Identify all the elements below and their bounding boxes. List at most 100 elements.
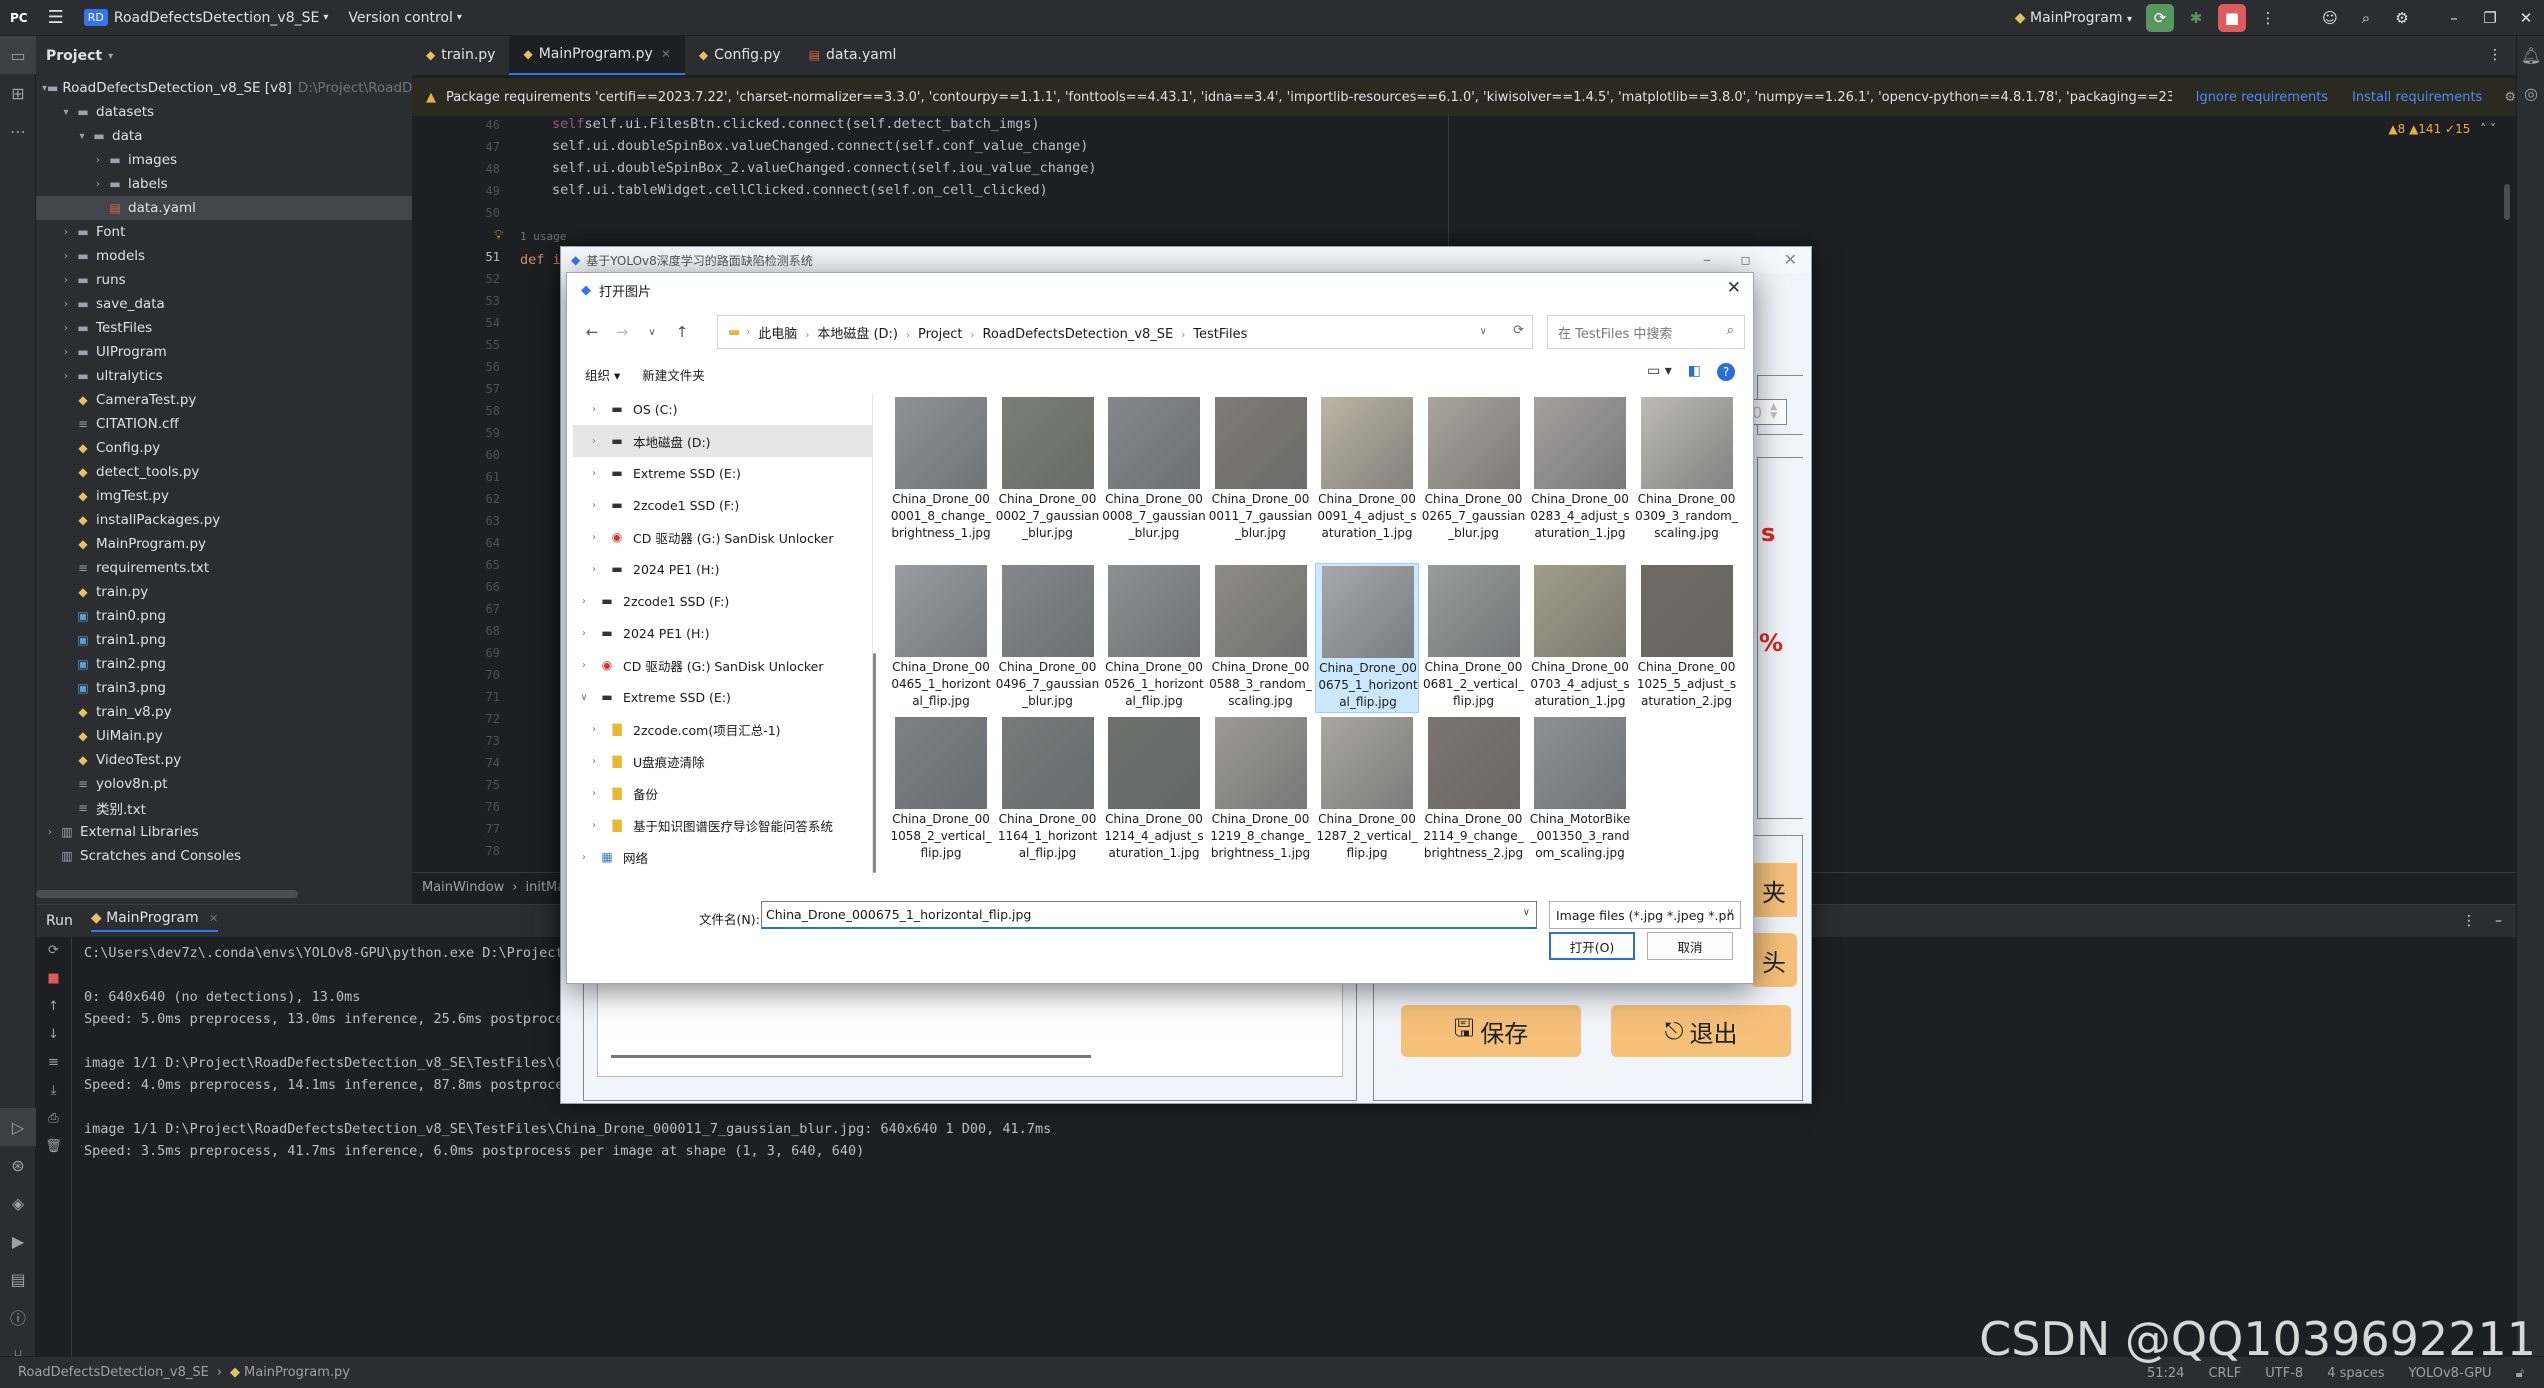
usage-hint[interactable]: 1 usage (520, 230, 566, 243)
address-crumb[interactable]: RoadDefectsDetection_v8_SE (982, 327, 1173, 342)
file-item[interactable]: China_Drone_000091_4_adjust_saturation_1… (1315, 395, 1419, 545)
file-item[interactable]: China_Drone_000002_7_gaussian_blur.jpg (996, 395, 1100, 545)
file-item[interactable]: China_Drone_000001_8_change_brightness_1… (889, 395, 993, 545)
more-options-icon[interactable]: ⋮ (2462, 913, 2476, 929)
chevron-right-icon[interactable]: › (58, 347, 74, 358)
file-item[interactable]: China_Drone_001214_4_adjust_saturation_1… (1102, 715, 1206, 865)
file-item[interactable]: China_Drone_000526_1_horizontal_flip.jpg (1102, 563, 1206, 713)
chevron-right-icon[interactable]: › (58, 275, 74, 286)
tree-item[interactable]: › ▬ images (36, 148, 412, 172)
more-tabs-icon[interactable]: ⋮ (2474, 35, 2516, 75)
tree-item[interactable]: ▤ data.yaml (36, 196, 412, 220)
file-item[interactable]: China_Drone_000496_7_gaussian_blur.jpg (996, 563, 1100, 713)
nav-item[interactable]: › ▇ 2zcode.com(项目汇总-1) (573, 713, 872, 745)
chevron-down-icon[interactable]: ∨ (577, 692, 591, 703)
chevron-down-icon[interactable]: ∨ (1523, 907, 1530, 918)
up-folder-icon[interactable]: ↑ (667, 323, 697, 341)
tree-item[interactable]: ≡ yolov8n.pt (36, 772, 412, 796)
file-item[interactable]: China_Drone_000008_7_gaussian_blur.jpg (1102, 395, 1206, 545)
settings-gear-icon[interactable]: ⚙ (2388, 4, 2416, 32)
tree-item[interactable]: › ▬ ultralytics (36, 364, 412, 388)
trash-icon[interactable]: 🗑︎ (36, 1133, 71, 1161)
result-table[interactable] (597, 981, 1343, 1077)
maximize-icon[interactable]: ▫ (1740, 250, 1751, 269)
chevron-right-icon[interactable]: › (58, 371, 74, 382)
file-item[interactable]: China_Drone_000011_7_gaussian_blur.jpg (1209, 395, 1313, 545)
chevron-right-icon[interactable]: › (577, 596, 591, 607)
nav-item[interactable]: › ▇ 基于知识图谱医疗导诊智能问答系统 (573, 809, 872, 841)
address-crumb[interactable]: TestFiles (1193, 327, 1247, 342)
line-separator[interactable]: CRLF (2208, 1366, 2241, 1381)
file-item[interactable]: China_Drone_000265_7_gaussian_blur.jpg (1422, 395, 1526, 545)
file-item[interactable]: China_Drone_001164_1_horizontal_flip.jpg (996, 715, 1100, 865)
chevron-right-icon[interactable]: › (587, 500, 601, 511)
debug-button[interactable]: ✱ (2182, 4, 2210, 32)
chevron-down-icon[interactable]: ˅ (2490, 122, 2496, 136)
tree-item[interactable]: › ▥ External Libraries (36, 820, 412, 844)
project-tool-icon[interactable]: ▭ (0, 36, 36, 74)
nav-item[interactable]: › ▬ Extreme SSD (E:) (573, 457, 872, 489)
tree-item[interactable]: ◆ Config.py (36, 436, 412, 460)
run-tab[interactable]: Run (46, 913, 73, 929)
editor-tab[interactable]: ◆ train.py (412, 35, 509, 75)
exit-button[interactable]: ⎋ 退出 (1611, 1005, 1791, 1057)
chevron-right-icon[interactable]: › (587, 468, 601, 479)
nav-item[interactable]: › ◉ CD 驱动器 (G:) SanDisk Unlocker (573, 649, 872, 681)
run-config-selector[interactable]: ◆ MainProgram ▾ (2005, 10, 2142, 26)
chevron-right-icon[interactable]: › (58, 227, 74, 238)
new-folder-button[interactable]: 新建文件夹 (642, 365, 705, 384)
nav-scrollbar-thumb[interactable] (873, 653, 876, 873)
tree-item[interactable]: ▣ train1.png (36, 628, 412, 652)
tree-item[interactable]: ◆ train_v8.py (36, 700, 412, 724)
file-item[interactable]: China_Drone_000703_4_adjust_saturation_1… (1528, 563, 1632, 713)
editor-scrollbar-thumb[interactable] (2504, 184, 2510, 220)
close-icon[interactable]: ✕ (1784, 250, 1797, 269)
chevron-right-icon[interactable]: › (90, 155, 106, 166)
history-dropdown-icon[interactable]: ∨ (1480, 326, 1487, 337)
ai-assistant-icon[interactable]: ◎ (2517, 74, 2544, 112)
chevron-right-icon[interactable]: › (587, 756, 601, 767)
main-menu-icon[interactable]: ☰ (38, 0, 74, 36)
chevron-right-icon[interactable]: › (587, 532, 601, 543)
table-scrollbar-thumb[interactable] (611, 1055, 1091, 1058)
nav-item[interactable]: › ▬ 2zcode1 SSD (F:) (573, 489, 872, 521)
file-item[interactable]: China_Drone_000309_3_random_scaling.jpg (1635, 395, 1739, 545)
file-item[interactable]: China_Drone_002114_9_change_brightness_2… (1422, 715, 1526, 865)
nav-item[interactable]: › ▬ OS (C:) (573, 393, 872, 425)
recent-locations-icon[interactable]: ∨ (637, 327, 667, 338)
close-icon[interactable]: ✕ (1727, 278, 1741, 298)
tree-item[interactable]: › ▬ Font (36, 220, 412, 244)
back-arrow-icon[interactable]: ← (577, 323, 607, 341)
tree-item[interactable]: ▣ train2.png (36, 652, 412, 676)
chevron-right-icon[interactable]: › (577, 660, 591, 671)
address-crumb[interactable]: 此电脑 (758, 327, 797, 342)
nav-item[interactable]: ∨ ▬ Extreme SSD (E:) (573, 681, 872, 713)
restore-icon[interactable]: ❐ (2476, 4, 2504, 32)
filename-input[interactable]: China_Drone_000675_1_horizontal_flip.jpg… (761, 901, 1537, 929)
stop-icon[interactable]: ■ (36, 965, 71, 993)
up-arrow-icon[interactable]: ↑ (36, 993, 71, 1021)
version-control-menu[interactable]: Version control ▾ (338, 0, 472, 36)
nav-item[interactable]: › ▇ U盘痕迹清除 (573, 745, 872, 777)
address-crumb[interactable]: 本地磁盘 (D:) (817, 327, 898, 342)
search-icon[interactable]: ⌕ (2352, 4, 2380, 32)
nav-item[interactable]: › ◉ CD 驱动器 (G:) SanDisk Unlocker (573, 521, 872, 553)
rerun-icon[interactable]: ⟳ (36, 937, 71, 965)
chevron-right-icon[interactable]: › (587, 564, 601, 575)
chevron-right-icon[interactable]: › (58, 323, 74, 334)
tree-item[interactable]: › ▬ models (36, 244, 412, 268)
account-icon[interactable]: ☺ (2316, 4, 2344, 32)
tree-item[interactable]: › ▬ save_data (36, 292, 412, 316)
chevron-right-icon[interactable]: › (587, 788, 601, 799)
lock-icon[interactable]: 🔓︎ (2516, 1366, 2524, 1381)
tree-item[interactable]: › ▬ runs (36, 268, 412, 292)
run-config-tab[interactable]: ◆ MainProgram ✕ (90, 910, 219, 932)
tree-item[interactable]: › ▬ UIProgram (36, 340, 412, 364)
chevron-right-icon[interactable]: › (587, 436, 601, 447)
file-type-select[interactable]: Image files (*.jpg *.jpeg *.pn ∨ (1549, 901, 1741, 929)
stop-button[interactable]: ■ (2218, 4, 2246, 32)
nav-item[interactable]: › ▬ 本地磁盘 (D:) (573, 425, 872, 457)
chevron-right-icon[interactable]: › (58, 251, 74, 262)
gear-icon[interactable]: ⚙ (2504, 90, 2516, 105)
tree-item[interactable]: ◆ train.py (36, 580, 412, 604)
